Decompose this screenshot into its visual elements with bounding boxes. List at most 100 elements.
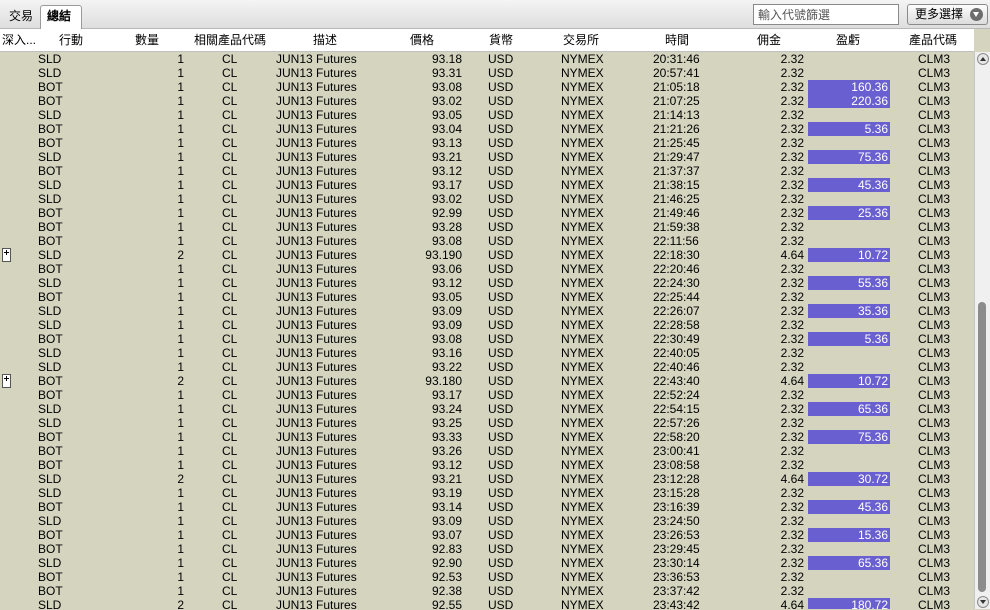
table-row[interactable]: SLD 1 CL JUN13 Futures 93.24 USD NYMEX 22:54:15… [0, 402, 974, 416]
col-time-header[interactable]: 時間 [665, 29, 689, 51]
table-row[interactable]: SLD 2 CL JUN13 Futures 93.190 USD NYMEX 22:18:3… [0, 248, 974, 262]
pnl-cell [808, 570, 890, 584]
col-currency-header[interactable]: 貨幣 [489, 29, 513, 51]
table-row[interactable]: SLD 1 CL JUN13 Futures 93.25 USD NYMEX 22:57:26… [0, 416, 974, 430]
table-row[interactable]: SLD 1 CL JUN13 Futures 93.09 USD NYMEX 22:28:58… [0, 318, 974, 332]
code-cell: CLM3 [918, 458, 951, 472]
table-row[interactable]: BOT 1 CL JUN13 Futures 93.05 USD NYMEX 22:25:44… [0, 290, 974, 304]
code-cell: CLM3 [918, 556, 951, 570]
vertical-scrollbar[interactable] [974, 52, 990, 609]
table-row[interactable]: SLD 1 CL JUN13 Futures 93.22 USD NYMEX 22:40:46… [0, 360, 974, 374]
price-cell: 92.55 [431, 598, 462, 609]
price-cell: 93.17 [431, 388, 462, 402]
table-row[interactable]: BOT 1 CL JUN13 Futures 93.12 USD NYMEX 23:08:58… [0, 458, 974, 472]
pnl-cell: 160.36 [808, 80, 890, 94]
col-pnl-header[interactable]: 盈虧 [836, 29, 860, 51]
action-cell: BOT [38, 430, 63, 444]
table-row[interactable]: SLD 2 CL JUN13 Futures 93.21 USD NYMEX 23:12:28… [0, 472, 974, 486]
table-row[interactable]: BOT 1 CL JUN13 Futures 92.83 USD NYMEX 23:29:45… [0, 542, 974, 556]
price-cell: 93.21 [431, 472, 462, 486]
time-cell: 21:07:25 [653, 94, 700, 108]
col-drill-header[interactable]: 深入... [2, 29, 36, 51]
price-cell: 93.26 [431, 444, 462, 458]
table-row[interactable]: SLD 1 CL JUN13 Futures 93.02 USD NYMEX 21:46:25… [0, 192, 974, 206]
exchange-cell: NYMEX [561, 472, 604, 486]
symbol-filter-input[interactable] [753, 4, 899, 25]
quantity-cell: 1 [177, 402, 184, 416]
code-cell: CLM3 [918, 402, 951, 416]
table-row[interactable]: BOT 1 CL JUN13 Futures 93.28 USD NYMEX 21:59:38… [0, 220, 974, 234]
tab-trades[interactable]: 交易 [2, 5, 40, 27]
symbol-cell: CL [222, 556, 238, 570]
code-cell: CLM3 [918, 416, 951, 430]
pnl-cell: 10.72 [808, 248, 890, 262]
pnl-cell [808, 66, 890, 80]
code-cell: CLM3 [918, 332, 951, 346]
scroll-up-icon[interactable] [977, 53, 989, 65]
col-commission-header[interactable]: 佣金 [757, 29, 781, 51]
table-row[interactable]: BOT 1 CL JUN13 Futures 93.14 USD NYMEX 23:16:39… [0, 500, 974, 514]
table-row[interactable]: SLD 1 CL JUN13 Futures 92.90 USD NYMEX 23:30:14… [0, 556, 974, 570]
table-row[interactable]: BOT 1 CL JUN13 Futures 93.12 USD NYMEX 21:37:37… [0, 164, 974, 178]
time-cell: 22:20:46 [653, 262, 700, 276]
col-exchange-header[interactable]: 交易所 [563, 29, 599, 51]
quantity-cell: 1 [177, 122, 184, 136]
more-options-button[interactable]: 更多選擇 [907, 4, 988, 25]
col-code-header[interactable]: 產品代碼 [909, 29, 957, 51]
time-cell: 23:15:28 [653, 486, 700, 500]
table-row[interactable]: SLD 1 CL JUN13 Futures 93.19 USD NYMEX 23:15:28… [0, 486, 974, 500]
table-row[interactable]: BOT 1 CL JUN13 Futures 92.99 USD NYMEX 21:49:46… [0, 206, 974, 220]
pnl-cell: 65.36 [808, 556, 890, 570]
currency-cell: USD [488, 192, 514, 206]
table-row[interactable]: BOT 1 CL JUN13 Futures 93.08 USD NYMEX 22:30:49… [0, 332, 974, 346]
symbol-cell: CL [222, 290, 238, 304]
description-cell: JUN13 Futures [276, 234, 357, 248]
table-row[interactable]: SLD 1 CL JUN13 Futures 93.17 USD NYMEX 21:38:15… [0, 178, 974, 192]
table-row[interactable]: BOT 1 CL JUN13 Futures 93.26 USD NYMEX 23:00:41… [0, 444, 974, 458]
action-cell: SLD [38, 318, 62, 332]
tab-summary[interactable]: 總結 [40, 5, 82, 29]
table-row[interactable]: BOT 1 CL JUN13 Futures 93.13 USD NYMEX 21:25:45… [0, 136, 974, 150]
action-cell: BOT [38, 94, 63, 108]
price-cell: 93.19 [431, 486, 462, 500]
table-row[interactable]: BOT 1 CL JUN13 Futures 92.38 USD NYMEX 23:37:42… [0, 584, 974, 598]
table-row[interactable]: SLD 1 CL JUN13 Futures 93.21 USD NYMEX 21:29:47… [0, 150, 974, 164]
table-row[interactable]: SLD 2 CL JUN13 Futures 92.55 USD NYMEX 23:43:42… [0, 598, 974, 609]
commission-cell: 2.32 [780, 150, 804, 164]
scroll-down-icon[interactable] [977, 596, 989, 608]
table-row[interactable]: BOT 1 CL JUN13 Futures 93.08 USD NYMEX 22:11:56… [0, 234, 974, 248]
table-row[interactable]: BOT 1 CL JUN13 Futures 93.33 USD NYMEX 22:58:20… [0, 430, 974, 444]
table-row[interactable]: SLD 1 CL JUN13 Futures 93.16 USD NYMEX 22:40:05… [0, 346, 974, 360]
table-row[interactable]: SLD 1 CL JUN13 Futures 93.09 USD NYMEX 22:26:07… [0, 304, 974, 318]
col-price-header[interactable]: 價格 [410, 29, 434, 51]
action-cell: SLD [38, 178, 62, 192]
table-row[interactable]: SLD 1 CL JUN13 Futures 93.09 USD NYMEX 23:24:50… [0, 514, 974, 528]
commission-cell: 2.32 [780, 276, 804, 290]
col-quantity-header[interactable]: 數量 [135, 29, 159, 51]
table-row[interactable]: BOT 1 CL JUN13 Futures 93.17 USD NYMEX 22:52:24… [0, 388, 974, 402]
description-cell: JUN13 Futures [276, 122, 357, 136]
description-cell: JUN13 Futures [276, 514, 357, 528]
table-row[interactable]: BOT 2 CL JUN13 Futures 93.180 USD NYMEX 22:43:4… [0, 374, 974, 388]
pnl-cell [808, 360, 890, 374]
col-action-header[interactable]: 行動 [59, 29, 83, 51]
table-row[interactable]: SLD 1 CL JUN13 Futures 93.12 USD NYMEX 22:24:30… [0, 276, 974, 290]
table-row[interactable]: BOT 1 CL JUN13 Futures 93.06 USD NYMEX 22:20:46… [0, 262, 974, 276]
table-row[interactable]: SLD 1 CL JUN13 Futures 93.31 USD NYMEX 20:57:41… [0, 66, 974, 80]
code-cell: CLM3 [918, 486, 951, 500]
description-cell: JUN13 Futures [276, 206, 357, 220]
table-row[interactable]: SLD 1 CL JUN13 Futures 93.05 USD NYMEX 21:14:13… [0, 108, 974, 122]
table-row[interactable]: BOT 1 CL JUN13 Futures 93.04 USD NYMEX 21:21:26… [0, 122, 974, 136]
col-symbol-header[interactable]: 相關產品代碼 [194, 29, 266, 51]
table-row[interactable]: BOT 1 CL JUN13 Futures 93.08 USD NYMEX 21:05:18… [0, 80, 974, 94]
expand-plus-icon[interactable] [2, 374, 11, 388]
currency-cell: USD [488, 360, 514, 374]
table-row[interactable]: BOT 1 CL JUN13 Futures 92.53 USD NYMEX 23:36:53… [0, 570, 974, 584]
quantity-cell: 1 [177, 346, 184, 360]
table-row[interactable]: BOT 1 CL JUN13 Futures 93.02 USD NYMEX 21:07:25… [0, 94, 974, 108]
table-row[interactable]: SLD 1 CL JUN13 Futures 93.18 USD NYMEX 20:31:46… [0, 52, 974, 66]
expand-plus-icon[interactable] [2, 248, 11, 262]
col-description-header[interactable]: 描述 [313, 29, 337, 51]
scroll-thumb[interactable] [978, 302, 986, 592]
table-row[interactable]: BOT 1 CL JUN13 Futures 93.07 USD NYMEX 23:26:53… [0, 528, 974, 542]
